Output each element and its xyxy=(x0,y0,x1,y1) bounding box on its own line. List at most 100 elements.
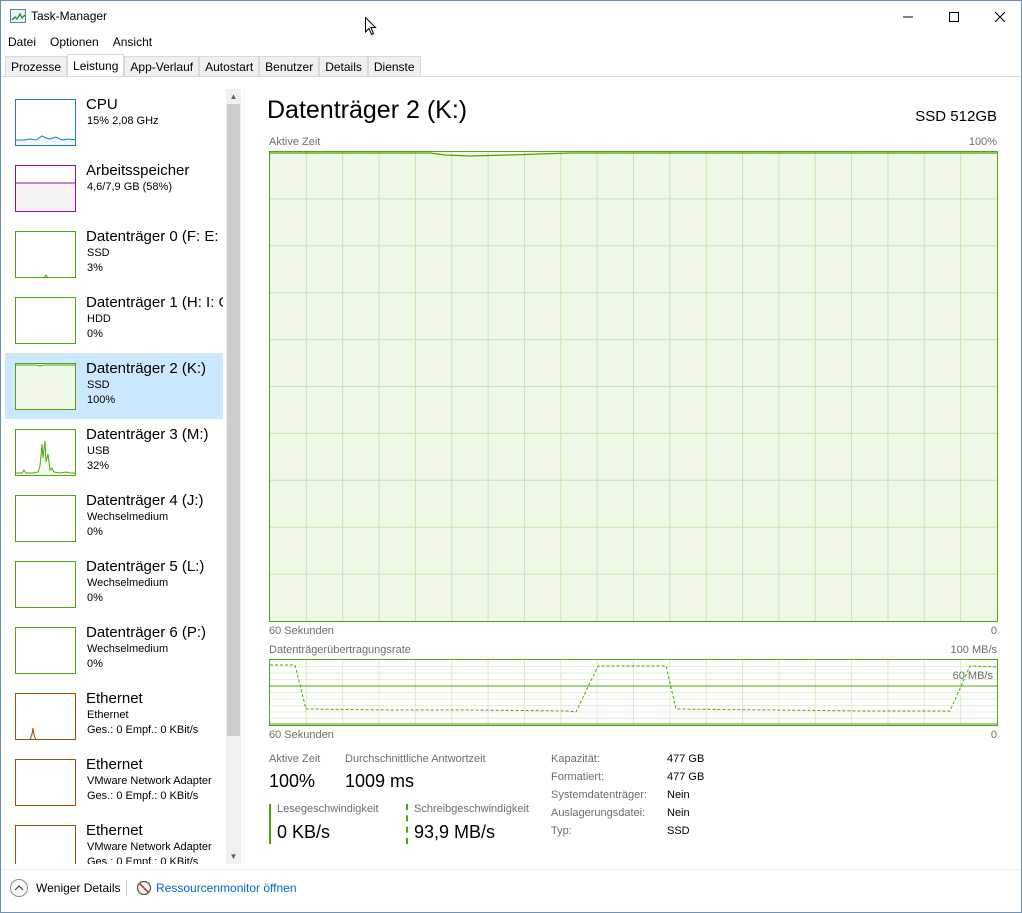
resource-detail: Wechselmedium xyxy=(87,511,169,523)
resource-usage: Ges.: 0 Empf.: 0 KBit/s xyxy=(87,856,199,864)
chevron-up-icon[interactable] xyxy=(10,879,28,897)
sidebar-item-selected[interactable]: Datenträger 2 (K:) SSD 100% xyxy=(5,353,223,419)
resource-name: Arbeitsspeicher xyxy=(86,162,190,179)
sidebar-item-resource[interactable]: Datenträger 0 (F: E: C SSD 3% xyxy=(5,221,223,287)
resource-name: Datenträger 0 (F: E: C xyxy=(86,228,223,245)
tab-dienste[interactable]: Dienste xyxy=(367,56,421,77)
property-label: Auslagerungsdatei: xyxy=(551,807,646,819)
resource-name: Datenträger 2 (K:) xyxy=(86,360,207,377)
property-label: Kapazität: xyxy=(551,753,600,765)
close-button[interactable] xyxy=(977,1,1022,32)
resource-usage: 32% xyxy=(87,460,110,472)
resource-detail: Ethernet xyxy=(87,709,129,721)
read-speed-value: 0 KB/s xyxy=(277,822,331,842)
resource-name: Datenträger 6 (P:) xyxy=(86,624,207,641)
resource-detail: SSD xyxy=(87,379,110,391)
resource-name: Datenträger 3 (M:) xyxy=(86,426,209,443)
resource-thumbnail-graph xyxy=(15,231,76,278)
resource-thumbnail-graph xyxy=(15,627,76,674)
sidebar-item-resource[interactable]: CPU 15% 2,08 GHz xyxy=(5,89,223,155)
chart2-marker: 60 MB/s xyxy=(952,670,993,682)
property-label: Typ: xyxy=(551,825,572,837)
task-manager-window: Task-Manager Datei Optionen Ansicht Proz… xyxy=(0,0,1022,913)
resource-detail: VMware Network Adapter xyxy=(87,775,212,787)
sidebar-item-resource[interactable]: Datenträger 5 (L:) Wechselmedium 0% xyxy=(5,551,223,617)
scroll-down-icon[interactable]: ▼ xyxy=(226,849,241,864)
property-label: Systemdatenträger: xyxy=(551,789,647,801)
resource-name: Ethernet xyxy=(86,690,143,707)
sidebar-item-resource[interactable]: Datenträger 6 (P:) Wechselmedium 0% xyxy=(5,617,223,683)
sidebar-item-resource[interactable]: Ethernet VMware Network Adapter Ges.: 0 Em… xyxy=(5,815,223,864)
tab-benutzer[interactable]: Benutzer xyxy=(259,56,320,77)
resource-usage: Ges.: 0 Empf.: 0 KBit/s xyxy=(87,790,199,802)
resource-usage: 0% xyxy=(87,592,103,604)
resource-detail: Wechselmedium xyxy=(87,643,169,655)
sidebar-item-resource[interactable]: Datenträger 4 (J:) Wechselmedium 0% xyxy=(5,485,223,551)
title-bar: Task-Manager xyxy=(1,1,1021,32)
resource-thumbnail-graph xyxy=(15,99,76,146)
resource-usage: 3% xyxy=(87,262,103,274)
resource-thumbnail-graph xyxy=(15,495,76,542)
menu-bar: Datei Optionen Ansicht xyxy=(1,32,159,52)
active-time-chart xyxy=(269,151,998,622)
resource-name: Datenträger 4 (J:) xyxy=(86,492,204,509)
chart1-x-right: 0 xyxy=(990,625,997,637)
property-value: 477 GB xyxy=(667,753,705,765)
resource-list: CPU 15% 2,08 GHz Arbeitsspeicher 4,6/7,9 GB… xyxy=(5,89,223,864)
sidebar-item-resource[interactable]: Datenträger 3 (M:) USB 32% xyxy=(5,419,223,485)
tab-divider xyxy=(1,76,1021,77)
resource-monitor-icon[interactable] xyxy=(136,880,152,896)
write-speed-value: 93,9 MB/s xyxy=(414,822,496,842)
sidebar-item-resource[interactable]: Ethernet VMware Network Adapter Ges.: 0 Em… xyxy=(5,749,223,815)
resource-name: Ethernet xyxy=(86,822,143,839)
maximize-button[interactable] xyxy=(931,1,977,32)
write-speed-label: Schreibgeschwindigkeit xyxy=(414,803,529,815)
chart2-max: 100 MB/s xyxy=(950,644,997,656)
scrollbar-thumb[interactable] xyxy=(227,104,240,736)
tab-prozesse[interactable]: Prozesse xyxy=(5,56,68,77)
resource-detail: USB xyxy=(87,445,110,457)
tab-autostart[interactable]: Autostart xyxy=(199,56,260,77)
menu-optionen[interactable]: Optionen xyxy=(43,32,106,52)
resource-thumbnail-graph xyxy=(15,165,76,212)
footer-separator xyxy=(126,880,127,896)
sidebar-item-resource[interactable]: Ethernet Ethernet Ges.: 0 Empf.: 0 KBit/s xyxy=(5,683,223,749)
minimize-icon xyxy=(903,16,913,17)
chart2-x-right: 0 xyxy=(990,729,997,741)
panel-divider xyxy=(244,89,245,864)
response-time-label: Durchschnittliche Antwortzeit xyxy=(345,753,486,765)
close-icon xyxy=(995,11,1005,22)
menu-datei[interactable]: Datei xyxy=(1,32,43,52)
resource-thumbnail-graph xyxy=(15,363,76,410)
minimize-button[interactable] xyxy=(885,1,931,32)
open-resource-monitor-link[interactable]: Ressourcenmonitor öffnen xyxy=(156,881,297,895)
task-manager-app-icon xyxy=(10,9,26,23)
tab-leistung[interactable]: Leistung xyxy=(67,54,125,77)
resource-detail: SSD xyxy=(87,247,110,259)
resource-usage: Ges.: 0 Empf.: 0 KBit/s xyxy=(87,724,199,736)
sidebar-item-resource[interactable]: Datenträger 1 (H: I: G HDD 0% xyxy=(5,287,223,353)
transfer-rate-chart: 60 MB/s xyxy=(269,659,998,726)
resource-usage: 0% xyxy=(87,526,103,538)
resource-name: Datenträger 5 (L:) xyxy=(86,558,205,575)
active-time-label: Aktive Zeit xyxy=(269,753,321,765)
resource-thumbnail-graph xyxy=(15,825,76,864)
resource-thumbnail-graph xyxy=(15,693,76,740)
response-time-value: 1009 ms xyxy=(345,771,415,791)
sidebar-item-resource[interactable]: Arbeitsspeicher 4,6/7,9 GB (58%) xyxy=(5,155,223,221)
scroll-up-icon[interactable]: ▲ xyxy=(226,89,241,104)
mouse-pointer-icon xyxy=(365,16,377,40)
sidebar-scrollbar[interactable]: ▲ ▼ xyxy=(226,89,241,864)
resource-detail: Wechselmedium xyxy=(87,577,169,589)
resource-thumbnail-graph xyxy=(15,297,76,344)
tab-details[interactable]: Details xyxy=(319,56,368,77)
resource-detail: VMware Network Adapter xyxy=(87,841,212,853)
chart1-max: 100% xyxy=(968,136,997,148)
resource-detail: HDD xyxy=(87,313,111,325)
read-legend-line xyxy=(269,804,271,844)
fewer-details-button[interactable]: Weniger Details xyxy=(36,881,120,895)
page-title: Datenträger 2 (K:) xyxy=(267,96,468,124)
tab-app-verlauf[interactable]: App-Verlauf xyxy=(124,56,200,77)
menu-ansicht[interactable]: Ansicht xyxy=(106,32,159,52)
chart2-x-left: 60 Sekunden xyxy=(269,729,334,741)
